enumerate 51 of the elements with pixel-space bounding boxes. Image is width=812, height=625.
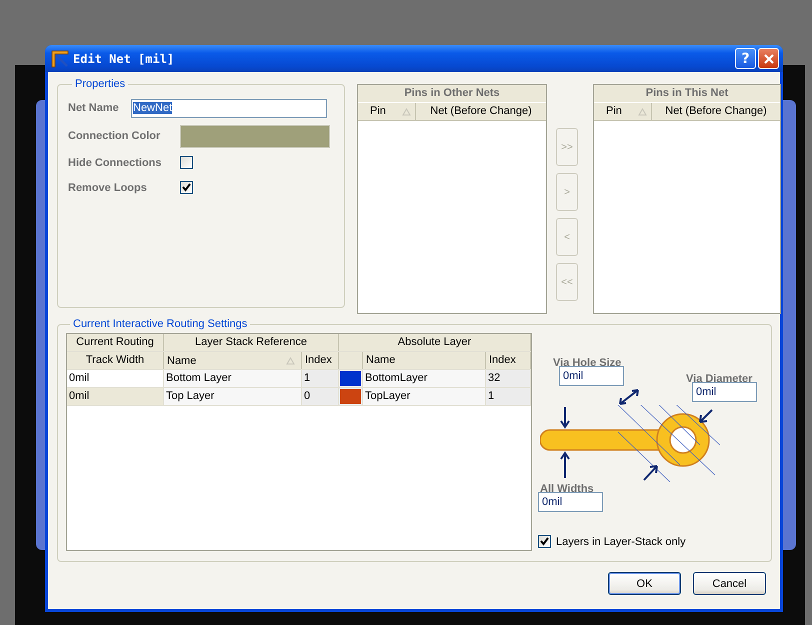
group-title: Properties [74,78,126,90]
color-swatch[interactable] [180,124,330,148]
table-cell[interactable]: 0mil [67,388,164,405]
via-diameter-field[interactable]: 0mil [692,382,757,402]
checkbox-label: Remove Loops [68,182,148,194]
field-label: Connection Color [68,130,162,142]
group-title: Current Interactive Routing Settings [72,318,248,330]
checkbox[interactable] [180,156,193,169]
sort-icon [638,108,647,116]
net-name-field[interactable]: NewNet [131,98,327,118]
checkbox[interactable] [538,535,551,548]
table-cell: TopLayer [363,388,486,405]
column-header[interactable]: Net (Before Change) [652,103,780,120]
table-cell: 1 [302,370,339,387]
checkbox-label: Layers in Layer-Stack only [556,536,686,548]
column-header[interactable]: Name [363,352,486,369]
checkbox[interactable] [180,181,193,194]
table-cell: 1 [486,388,531,405]
sort-icon [402,108,411,116]
column-header: Absolute Layer [339,334,531,351]
sort-icon [286,356,295,364]
field-label: Via Diameter [686,373,752,385]
table-cell: 0 [302,388,339,405]
table-cell: Top Layer [164,388,302,405]
column-header[interactable]: Net (Before Change) [416,103,546,120]
help-button[interactable]: ? [735,48,756,69]
table-cell: Bottom Layer [164,370,302,387]
dialog-button[interactable]: OK [608,572,681,595]
all-widths-field[interactable]: 0mil [538,492,603,512]
column-header[interactable]: Name [164,352,302,369]
field-label: All Widths [540,483,594,495]
field-label: Net Name [68,102,120,114]
table-cell: BottomLayer [363,370,486,387]
column-header[interactable]: Pin [594,103,652,120]
field-label: Via Hole Size [553,357,622,369]
table-cell: 32 [486,370,531,387]
close-icon [762,52,774,64]
column-header[interactable]: Track Width [67,352,164,369]
column-header: Layer Stack Reference [164,334,339,351]
via-hole-size-field[interactable]: 0mil [559,366,624,386]
close-button[interactable] [758,48,779,69]
column-header[interactable]: Index [486,352,531,369]
checkbox-label: Hide Connections [68,156,163,168]
dialog-button[interactable]: Cancel [693,572,766,595]
list-title: Pins in This Net [594,85,780,103]
column-header: Current Routing [67,334,164,351]
window-title: Edit Net [mil] [73,52,176,66]
column-header[interactable]: Index [302,352,339,369]
dimension-arrow-icon [617,389,641,405]
list-title: Pins in Other Nets [358,85,546,103]
column-header[interactable]: Pin [358,103,416,120]
